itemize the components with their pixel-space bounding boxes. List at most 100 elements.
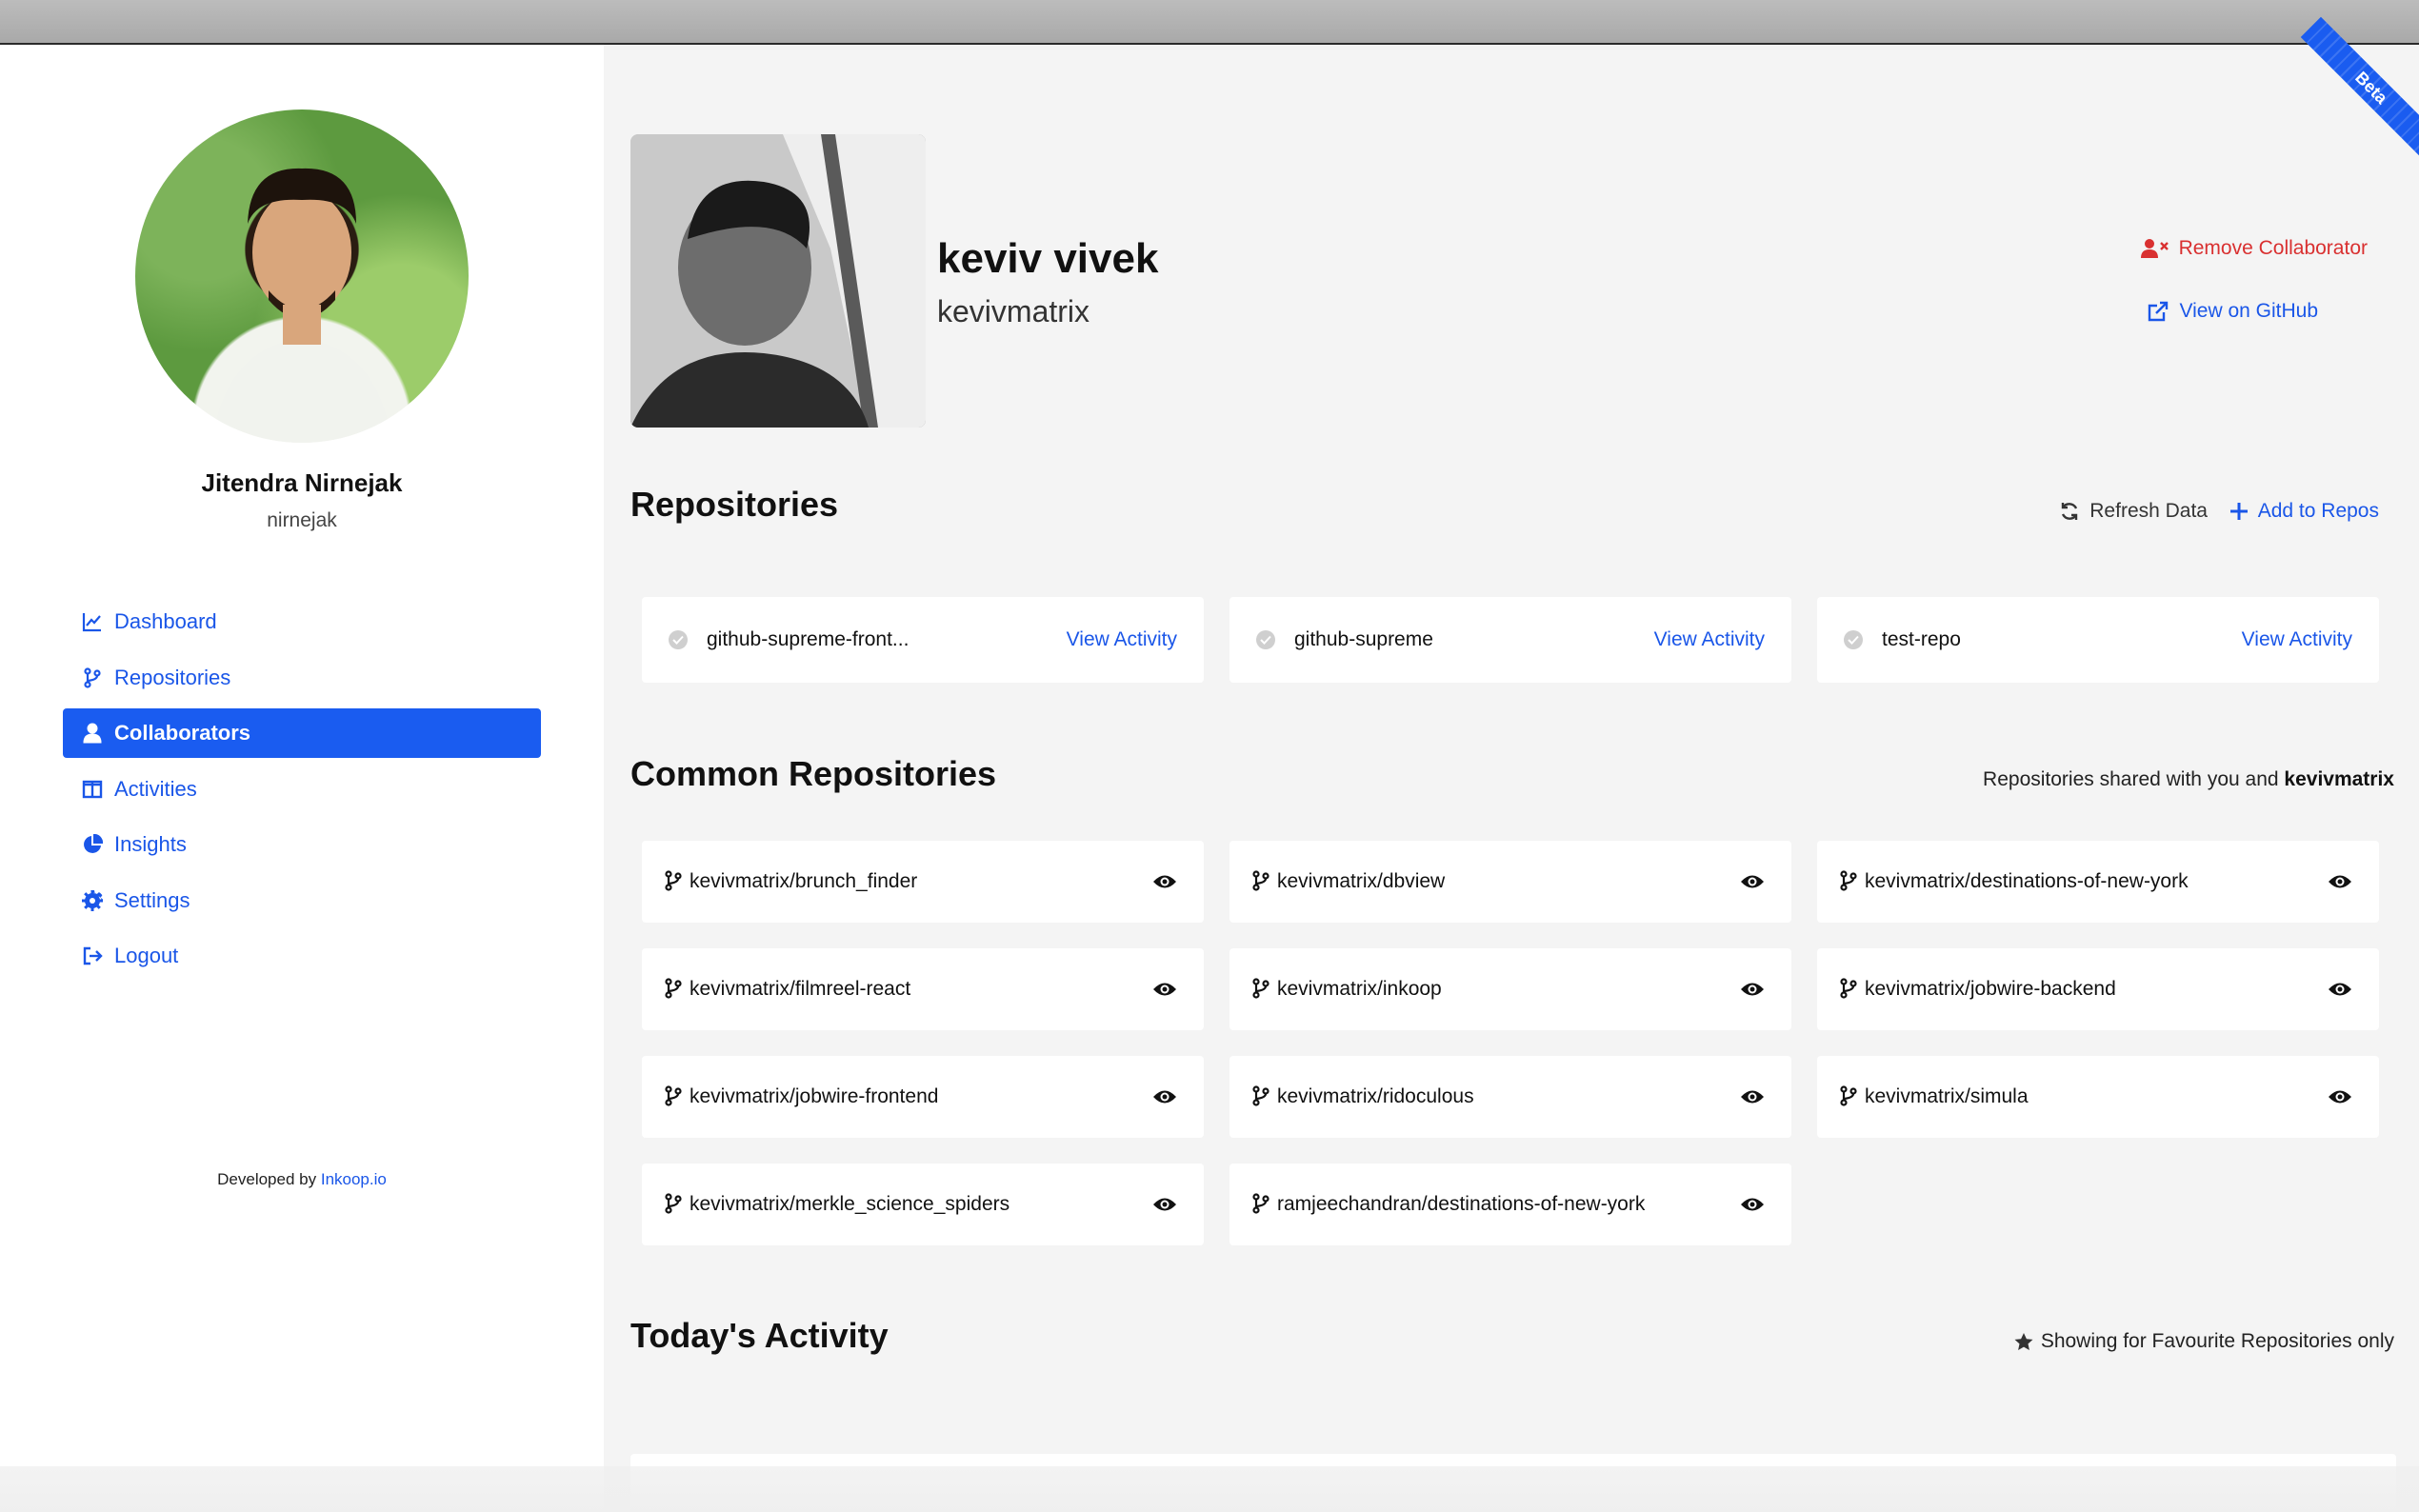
external-link-icon	[2147, 300, 2169, 323]
common-repo-card: kevivmatrix/filmreel-react	[642, 948, 1204, 1030]
common-repo-card: kevivmatrix/destinations-of-new-york	[1817, 841, 2379, 923]
view-activity-link[interactable]: View Activity	[1654, 628, 1765, 651]
eye-icon[interactable]	[1152, 1088, 1177, 1105]
credit-text: Developed by	[217, 1170, 317, 1188]
common-repo-name: kevivmatrix/dbview	[1277, 870, 1446, 892]
eye-icon[interactable]	[1152, 873, 1177, 890]
common-repo-name: kevivmatrix/inkoop	[1277, 978, 1442, 1000]
chart-line-icon	[82, 611, 103, 632]
code-branch-icon	[1252, 1193, 1271, 1216]
common-repo-name: kevivmatrix/brunch_finder	[690, 870, 918, 892]
common-repo-card: kevivmatrix/brunch_finder	[642, 841, 1204, 923]
plus-icon	[2229, 502, 2249, 521]
code-branch-icon	[1252, 870, 1271, 893]
sidebar-item-settings[interactable]: Settings	[63, 876, 541, 925]
eye-icon[interactable]	[1740, 1088, 1765, 1105]
sidebar-item-label: Repositories	[114, 665, 231, 689]
bottom-fade	[0, 1466, 2419, 1512]
code-branch-icon	[665, 1193, 684, 1216]
repo-name: github-supreme	[1294, 628, 1433, 650]
todays-activity-title: Today's Activity	[630, 1316, 889, 1355]
sidebar-item-label: Insights	[114, 832, 187, 856]
credit-link[interactable]: Inkoop.io	[321, 1170, 387, 1188]
sidebar-item-insights[interactable]: Insights	[63, 820, 541, 869]
user-avatar	[135, 109, 469, 443]
user-icon	[82, 723, 103, 744]
common-repo-name: kevivmatrix/jobwire-backend	[1865, 978, 2116, 1000]
check-circle-icon[interactable]	[1256, 630, 1275, 649]
sidebar-item-repositories[interactable]: Repositories	[63, 653, 541, 703]
favourite-filter-note: Showing for Favourite Repositories only	[2014, 1330, 2394, 1353]
common-repo-name: kevivmatrix/destinations-of-new-york	[1865, 870, 2189, 892]
pie-chart-icon	[82, 834, 103, 855]
sidebar-item-logout[interactable]: Logout	[63, 931, 541, 981]
code-branch-icon	[1840, 1085, 1859, 1108]
refresh-data-button[interactable]: Refresh Data	[2059, 500, 2208, 523]
code-branch-icon	[665, 870, 684, 893]
sign-out-icon	[82, 945, 103, 966]
code-branch-icon	[1252, 1085, 1271, 1108]
eye-icon[interactable]	[1740, 873, 1765, 890]
user-times-icon	[2140, 238, 2169, 259]
common-repo-card: kevivmatrix/jobwire-backend	[1817, 948, 2379, 1030]
repo-card: github-supreme View Activity	[1229, 597, 1791, 683]
code-branch-icon	[665, 978, 684, 1001]
common-repo-name: kevivmatrix/ridoculous	[1277, 1085, 1474, 1107]
eye-icon[interactable]	[1152, 1196, 1177, 1213]
code-branch-icon	[82, 666, 103, 688]
eye-icon[interactable]	[1740, 981, 1765, 998]
common-repo-card: kevivmatrix/merkle_science_spiders	[642, 1164, 1204, 1245]
remove-collaborator-button[interactable]: Remove Collaborator	[2140, 237, 2368, 260]
view-activity-link[interactable]: View Activity	[2242, 628, 2352, 651]
add-to-repos-label: Add to Repos	[2257, 500, 2379, 522]
common-repo-card: kevivmatrix/jobwire-frontend	[642, 1056, 1204, 1138]
collaborator-name: keviv vivek	[937, 235, 1159, 282]
refresh-data-label: Refresh Data	[2089, 500, 2208, 522]
columns-icon	[82, 779, 103, 800]
common-repo-name: ramjeechandran/destinations-of-new-york	[1277, 1193, 1646, 1215]
eye-icon[interactable]	[1152, 981, 1177, 998]
eye-icon[interactable]	[2328, 873, 2352, 890]
sidebar-item-activities[interactable]: Activities	[63, 765, 541, 814]
view-activity-link[interactable]: View Activity	[1067, 628, 1177, 651]
shared-repos-note: Repositories shared with you and kevivma…	[1983, 768, 2394, 791]
sidebar: Jitendra Nirnejak nirnejak Dashboard Rep…	[0, 45, 604, 1512]
code-branch-icon	[1840, 978, 1859, 1001]
sidebar-item-label: Logout	[114, 944, 179, 967]
shared-note-user: kevivmatrix	[2284, 768, 2394, 790]
collaborator-avatar	[630, 134, 926, 428]
add-to-repos-button[interactable]: Add to Repos	[2229, 500, 2379, 523]
sidebar-item-label: Dashboard	[114, 609, 217, 633]
remove-collaborator-label: Remove Collaborator	[2178, 237, 2368, 259]
sidebar-item-dashboard[interactable]: Dashboard	[63, 597, 541, 647]
favourite-note-text: Showing for Favourite Repositories only	[2040, 1330, 2394, 1352]
common-repo-name: kevivmatrix/jobwire-frontend	[690, 1085, 939, 1107]
common-repo-card: kevivmatrix/ridoculous	[1229, 1056, 1791, 1138]
common-repo-name: kevivmatrix/simula	[1865, 1085, 2029, 1107]
common-repo-card: ramjeechandran/destinations-of-new-york	[1229, 1164, 1791, 1245]
common-repo-name: kevivmatrix/filmreel-react	[690, 978, 911, 1000]
gear-icon	[82, 889, 103, 911]
code-branch-icon	[1840, 870, 1859, 893]
shared-note-text: Repositories shared with you and	[1983, 768, 2279, 790]
refresh-icon	[2059, 501, 2080, 522]
view-on-github-label: View on GitHub	[2179, 300, 2318, 322]
check-circle-icon[interactable]	[1844, 630, 1863, 649]
eye-icon[interactable]	[1740, 1196, 1765, 1213]
common-repo-card: kevivmatrix/simula	[1817, 1056, 2379, 1138]
eye-icon[interactable]	[2328, 981, 2352, 998]
eye-icon[interactable]	[2328, 1088, 2352, 1105]
repo-name: test-repo	[1882, 628, 1961, 650]
sidebar-item-collaborators[interactable]: Collaborators	[63, 708, 541, 758]
repositories-title: Repositories	[630, 485, 839, 524]
common-repo-name: kevivmatrix/merkle_science_spiders	[690, 1193, 1010, 1215]
common-repositories-title: Common Repositories	[630, 754, 997, 793]
check-circle-icon[interactable]	[669, 630, 688, 649]
browser-top-bar	[0, 0, 2419, 45]
code-branch-icon	[665, 1085, 684, 1108]
sidebar-item-label: Settings	[114, 887, 190, 912]
view-on-github-link[interactable]: View on GitHub	[2147, 300, 2318, 323]
repo-name: github-supreme-front...	[707, 628, 910, 650]
common-repo-card: kevivmatrix/inkoop	[1229, 948, 1791, 1030]
sidebar-item-label: Collaborators	[114, 721, 251, 745]
